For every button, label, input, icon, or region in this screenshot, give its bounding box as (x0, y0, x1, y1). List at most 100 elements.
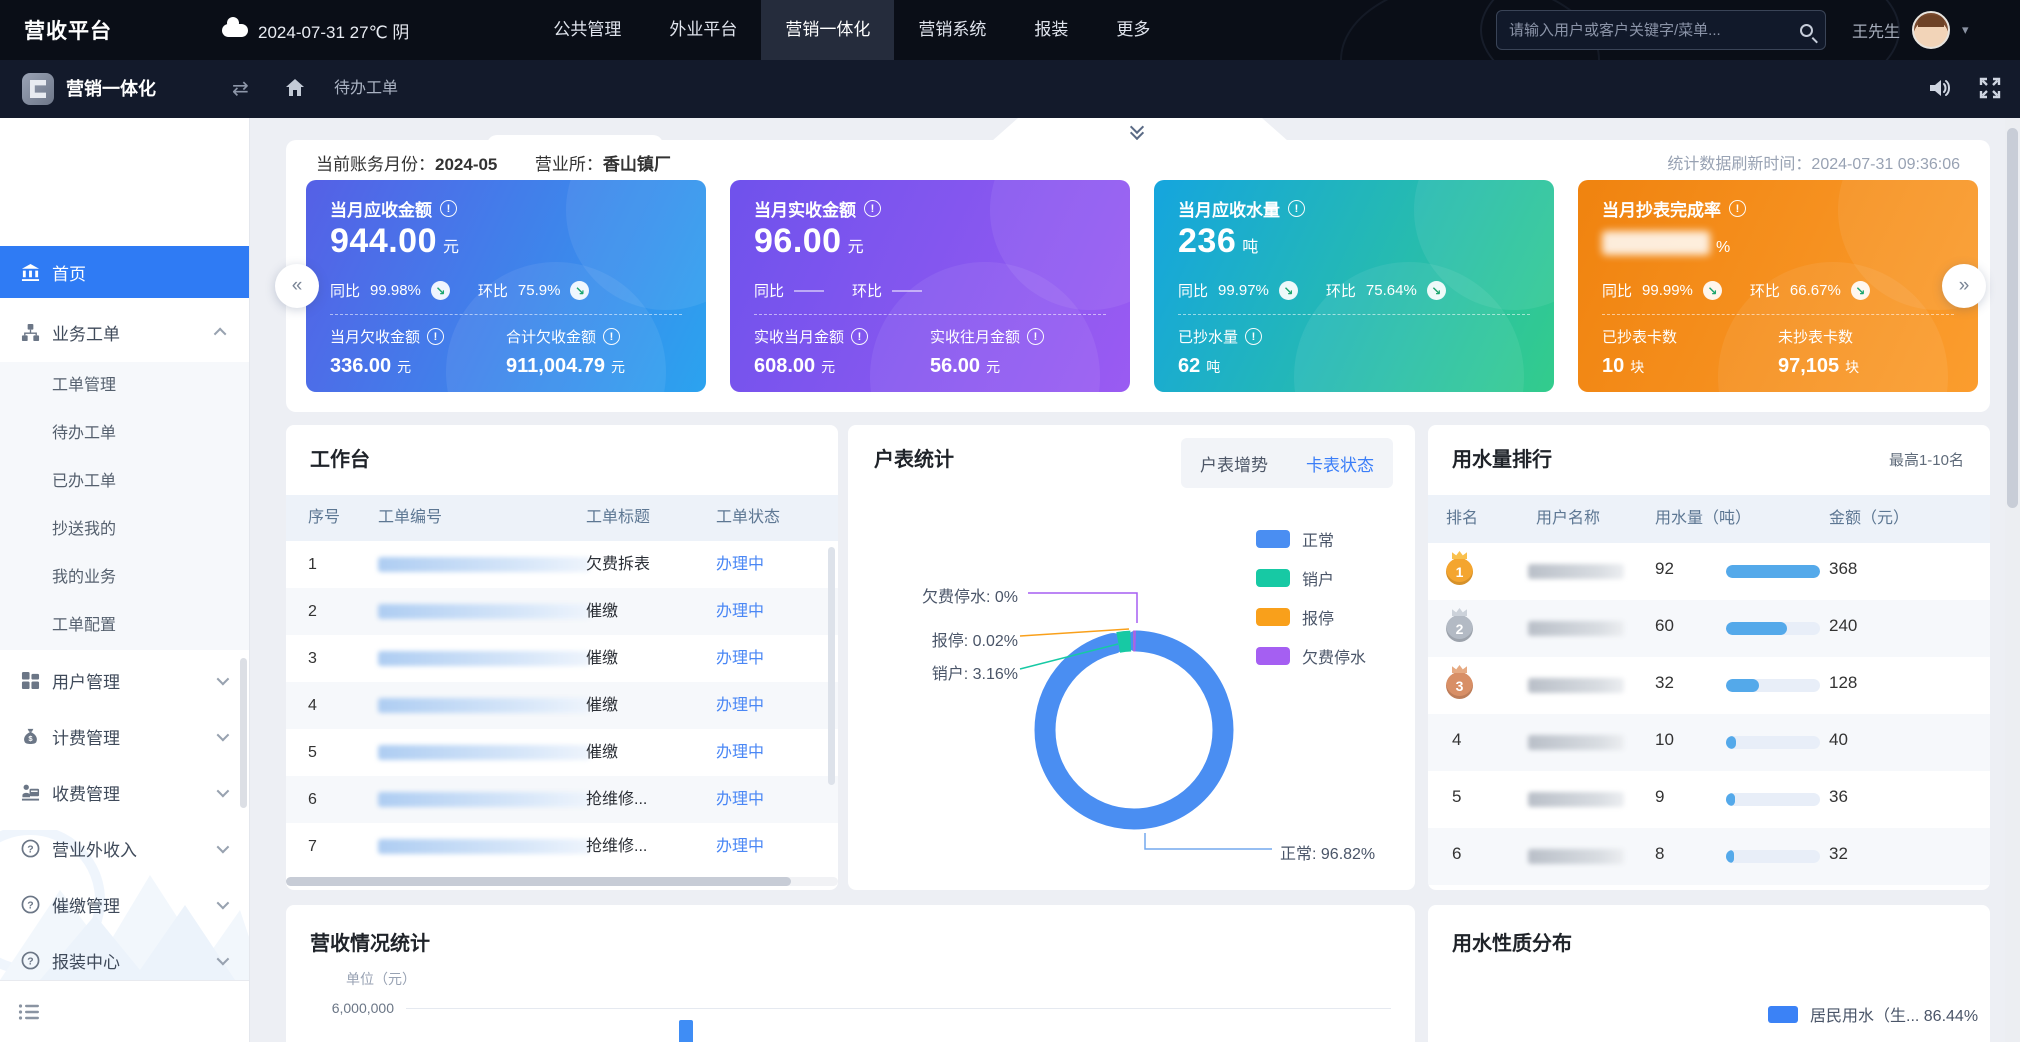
nav-item-marketing-integration[interactable]: 营销一体化 (761, 0, 894, 60)
revenue-bar-partial (679, 1020, 693, 1042)
chevron-up-icon (214, 327, 227, 340)
sidebar-item-work-orders[interactable]: 业务工单 (0, 306, 250, 358)
sidebar-item-label: 收费管理 (52, 780, 120, 805)
fullscreen-icon[interactable] (1978, 76, 2002, 100)
usage-bar (1726, 679, 1820, 692)
table-row[interactable]: 2 催缴办理中 (286, 588, 838, 635)
global-search[interactable] (1496, 10, 1826, 50)
cards-next-button[interactable]: » (1942, 264, 1986, 308)
table-row[interactable]: 5 催缴办理中 (286, 729, 838, 776)
redacted-value (1602, 231, 1710, 255)
sidebar-item-label: 计费管理 (52, 724, 120, 749)
legend-item-residential[interactable]: 居民用水（生... 86.44% (1768, 1002, 1978, 1026)
card-sub-metric: 已抄表卡数 10块 (1602, 326, 1677, 378)
usage-bar (1726, 793, 1820, 806)
submenu-item-my-business[interactable]: 我的业务 (0, 554, 250, 602)
chevron-down-icon[interactable]: ▾ (1962, 22, 1969, 38)
redacted-order-number (378, 745, 590, 760)
user-menu[interactable]: 王先生 ▾ (1852, 0, 1969, 60)
svg-text:?: ? (27, 956, 33, 967)
info-icon[interactable]: ! (1288, 200, 1305, 217)
water-usage-ranking-panel: 用水量排行 最高1-10名 排名 用户名称 用水量（吨） 金额（元） 1 92 … (1428, 425, 1990, 890)
info-icon[interactable]: ! (603, 328, 620, 345)
sidebar-item-installation-center[interactable]: ? 报装中心 (0, 934, 250, 986)
table-header-row: 序号 工单编号 工单标题 工单状态 (286, 495, 838, 541)
search-input[interactable] (1509, 22, 1800, 39)
bronze-medal-icon: 3 (1446, 672, 1473, 699)
status-link[interactable]: 办理中 (716, 541, 764, 588)
status-link[interactable]: 办理中 (716, 776, 764, 823)
page-scrollbar[interactable] (2005, 118, 2020, 1042)
speaker-icon[interactable] (1926, 75, 1952, 101)
chevron-down-icon (217, 728, 230, 741)
info-icon[interactable]: ! (427, 328, 444, 345)
nav-item-public-mgmt[interactable]: 公共管理 (529, 0, 645, 60)
sidebar-item-home[interactable]: 首页 (0, 246, 250, 298)
platform-logo: 营收平台 (24, 15, 112, 45)
cards-prev-button[interactable]: « (275, 264, 319, 308)
table-row[interactable]: 6 8 32 (1428, 828, 1990, 885)
todo-workorder-link[interactable]: 待办工单 (334, 60, 398, 118)
refresh-time-text: 统计数据刷新时间：2024-07-31 09:36:06 (1667, 150, 1960, 174)
submenu-item-done-orders[interactable]: 已办工单 (0, 458, 250, 506)
submenu-item-cc-me[interactable]: 抄送我的 (0, 506, 250, 554)
table-row[interactable]: 4 10 40 (1428, 714, 1990, 771)
page-scrollbar-thumb[interactable] (2007, 128, 2018, 508)
menu-list-icon[interactable] (18, 1002, 40, 1022)
info-icon[interactable]: ! (440, 200, 457, 217)
table-row[interactable]: 6 抢维修...办理中 (286, 776, 838, 823)
switch-app-icon[interactable]: ⇄ (232, 60, 249, 118)
stat-card-reading-completion: 当月抄表完成率! % 同比99.99% ↘ 环比66.67% ↘ 已抄表卡数 1… (1578, 180, 1978, 392)
status-link[interactable]: 办理中 (716, 682, 764, 729)
submenu-item-order-config[interactable]: 工单配置 (0, 602, 250, 650)
card-title: 当月抄表完成率! (1602, 196, 1746, 221)
collapse-double-chevron-icon[interactable] (1128, 124, 1150, 140)
card-trends: 同比99.97% ↘ 环比75.64% ↘ (1178, 280, 1446, 301)
status-link[interactable]: 办理中 (716, 823, 764, 870)
sidebar-item-non-operating-income[interactable]: ? 营业外收入 (0, 822, 250, 874)
sidebar-scrollbar[interactable] (240, 658, 247, 808)
table-row[interactable]: 1 92 368 (1428, 543, 1990, 600)
sidebar-item-user-mgmt[interactable]: 用户管理 (0, 654, 250, 706)
table-horizontal-scrollbar[interactable] (286, 877, 838, 886)
home-icon[interactable] (284, 77, 306, 99)
dashed-divider (1602, 314, 1954, 315)
info-icon[interactable]: ! (864, 200, 881, 217)
table-row[interactable]: 2 60 240 (1428, 600, 1990, 657)
status-link[interactable]: 办理中 (716, 635, 764, 682)
callout-normal: 正常: 96.82% (1280, 840, 1375, 864)
table-row[interactable]: 3 催缴办理中 (286, 635, 838, 682)
chevron-down-icon (217, 952, 230, 965)
nav-item-installation[interactable]: 报装 (1010, 0, 1092, 60)
nav-item-field-platform[interactable]: 外业平台 (645, 0, 761, 60)
silver-medal-icon: 2 (1446, 615, 1473, 642)
nav-item-more[interactable]: 更多 (1092, 0, 1174, 60)
info-icon[interactable]: ! (1729, 200, 1746, 217)
sidebar-item-billing-mgmt[interactable]: $ 计费管理 (0, 710, 250, 762)
table-vertical-scrollbar[interactable] (828, 547, 835, 785)
info-icon[interactable]: ! (1027, 328, 1044, 345)
info-icon[interactable]: ! (1245, 328, 1262, 345)
submenu-item-todo-orders[interactable]: 待办工单 (0, 410, 250, 458)
sidebar-item-fee-collection[interactable]: 收费管理 (0, 766, 250, 818)
nav-item-marketing-system[interactable]: 营销系统 (894, 0, 1010, 60)
status-link[interactable]: 办理中 (716, 588, 764, 635)
card-value: 236吨 (1178, 222, 1259, 261)
info-icon[interactable]: ! (851, 328, 868, 345)
table-row[interactable]: 4 催缴办理中 (286, 682, 838, 729)
user-avatar[interactable] (1912, 11, 1950, 49)
card-sub-metric: 未抄表卡数 97,105块 (1778, 326, 1859, 378)
status-link[interactable]: 办理中 (716, 729, 764, 776)
top-nav-menu: 公共管理 外业平台 营销一体化 营销系统 报装 更多 (529, 0, 1174, 60)
table-row[interactable]: 3 32 128 (1428, 657, 1990, 714)
sidebar-item-collection-mgmt[interactable]: ? 催缴管理 (0, 878, 250, 930)
search-icon[interactable] (1800, 24, 1813, 37)
table-row[interactable]: 1 欠费拆表办理中 (286, 541, 838, 588)
submenu-item-order-mgmt[interactable]: 工单管理 (0, 362, 250, 410)
account-period-info: 当前账务月份：2024-05 营业所：香山镇厂 (316, 150, 671, 175)
table-row[interactable]: 7 抢维修...办理中 (286, 823, 838, 870)
table-row[interactable]: 5 9 36 (1428, 771, 1990, 828)
table-row-partial[interactable] (1428, 885, 1990, 890)
callout-suspended: 报停: 0.02% (932, 627, 1018, 651)
legend-swatch (1768, 1006, 1798, 1023)
